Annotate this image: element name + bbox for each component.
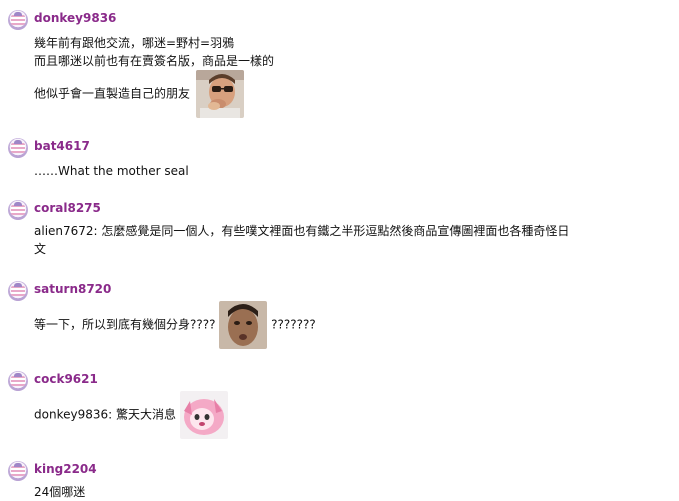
comment: king2204 24個哪迷 bbox=[8, 461, 668, 499]
comment-body: ……What the mother seal bbox=[34, 162, 189, 180]
comment: coral8275 alien7672: 怎麼感覺是同一個人，有些噗文裡面也有鐵… bbox=[8, 200, 668, 256]
comment-line: donkey9836: 驚天大消息 bbox=[34, 391, 228, 439]
username-link[interactable]: saturn8720 bbox=[34, 282, 111, 296]
comment-text: 等一下，所以到底有幾個分身???? bbox=[34, 317, 216, 332]
avatar[interactable] bbox=[8, 200, 28, 220]
comment-line: ……What the mother seal bbox=[34, 164, 189, 178]
avatar[interactable] bbox=[8, 281, 28, 301]
shocked-man-sticker[interactable] bbox=[219, 301, 268, 349]
comment: cock9621 donkey9836: 驚天大消息 bbox=[8, 371, 668, 439]
comment-text: ??????? bbox=[271, 317, 316, 332]
comment-text: donkey9836: 驚天大消息 bbox=[34, 407, 176, 422]
username-link[interactable]: coral8275 bbox=[34, 201, 101, 215]
comment-line: alien7672: 怎麼感覺是同一個人，有些噗文裡面也有鐵之半形逗點然後商品宣… bbox=[34, 224, 570, 238]
avatar[interactable] bbox=[8, 371, 28, 391]
comment: bat4617 ……What the mother seal bbox=[8, 138, 668, 178]
comment-body: alien7672: 怎麼感覺是同一個人，有些噗文裡面也有鐵之半形逗點然後商品宣… bbox=[34, 222, 569, 258]
man-smoking-sticker[interactable] bbox=[195, 70, 244, 118]
avatar[interactable] bbox=[8, 10, 28, 30]
avatar[interactable] bbox=[8, 138, 28, 158]
avatar[interactable] bbox=[8, 461, 28, 481]
comment-body: donkey9836: 驚天大消息 bbox=[34, 391, 228, 439]
comment-body: 等一下，所以到底有幾個分身???? ??????? bbox=[34, 301, 316, 349]
comment-line-text: 他似乎會一直製造自己的朋友 bbox=[34, 86, 191, 101]
pink-anime-sticker[interactable] bbox=[179, 391, 228, 439]
comment-line: 24個哪迷 bbox=[34, 485, 86, 499]
comment-line: 等一下，所以到底有幾個分身???? ??????? bbox=[34, 301, 316, 349]
comment-line: 幾年前有跟他交流，哪迷=野村=羽鴉 bbox=[34, 36, 235, 50]
comment-line: 文 bbox=[34, 242, 47, 256]
comment: donkey9836 幾年前有跟他交流，哪迷=野村=羽鴉 而且哪迷以前也有在賣簽… bbox=[8, 10, 668, 118]
username-link[interactable]: cock9621 bbox=[34, 372, 98, 386]
username-link[interactable]: donkey9836 bbox=[34, 11, 116, 25]
comment: saturn8720 等一下，所以到底有幾個分身???? ??????? bbox=[8, 281, 668, 349]
comment-line: 他似乎會一直製造自己的朋友 bbox=[34, 70, 274, 118]
username-link[interactable]: bat4617 bbox=[34, 139, 90, 153]
username-link[interactable]: king2204 bbox=[34, 462, 97, 476]
comment-body: 24個哪迷 bbox=[34, 483, 85, 501]
comment-body: 幾年前有跟他交流，哪迷=野村=羽鴉 而且哪迷以前也有在賣簽名版，商品是一樣的 他… bbox=[34, 34, 274, 118]
comment-line: 而且哪迷以前也有在賣簽名版，商品是一樣的 bbox=[34, 54, 275, 68]
